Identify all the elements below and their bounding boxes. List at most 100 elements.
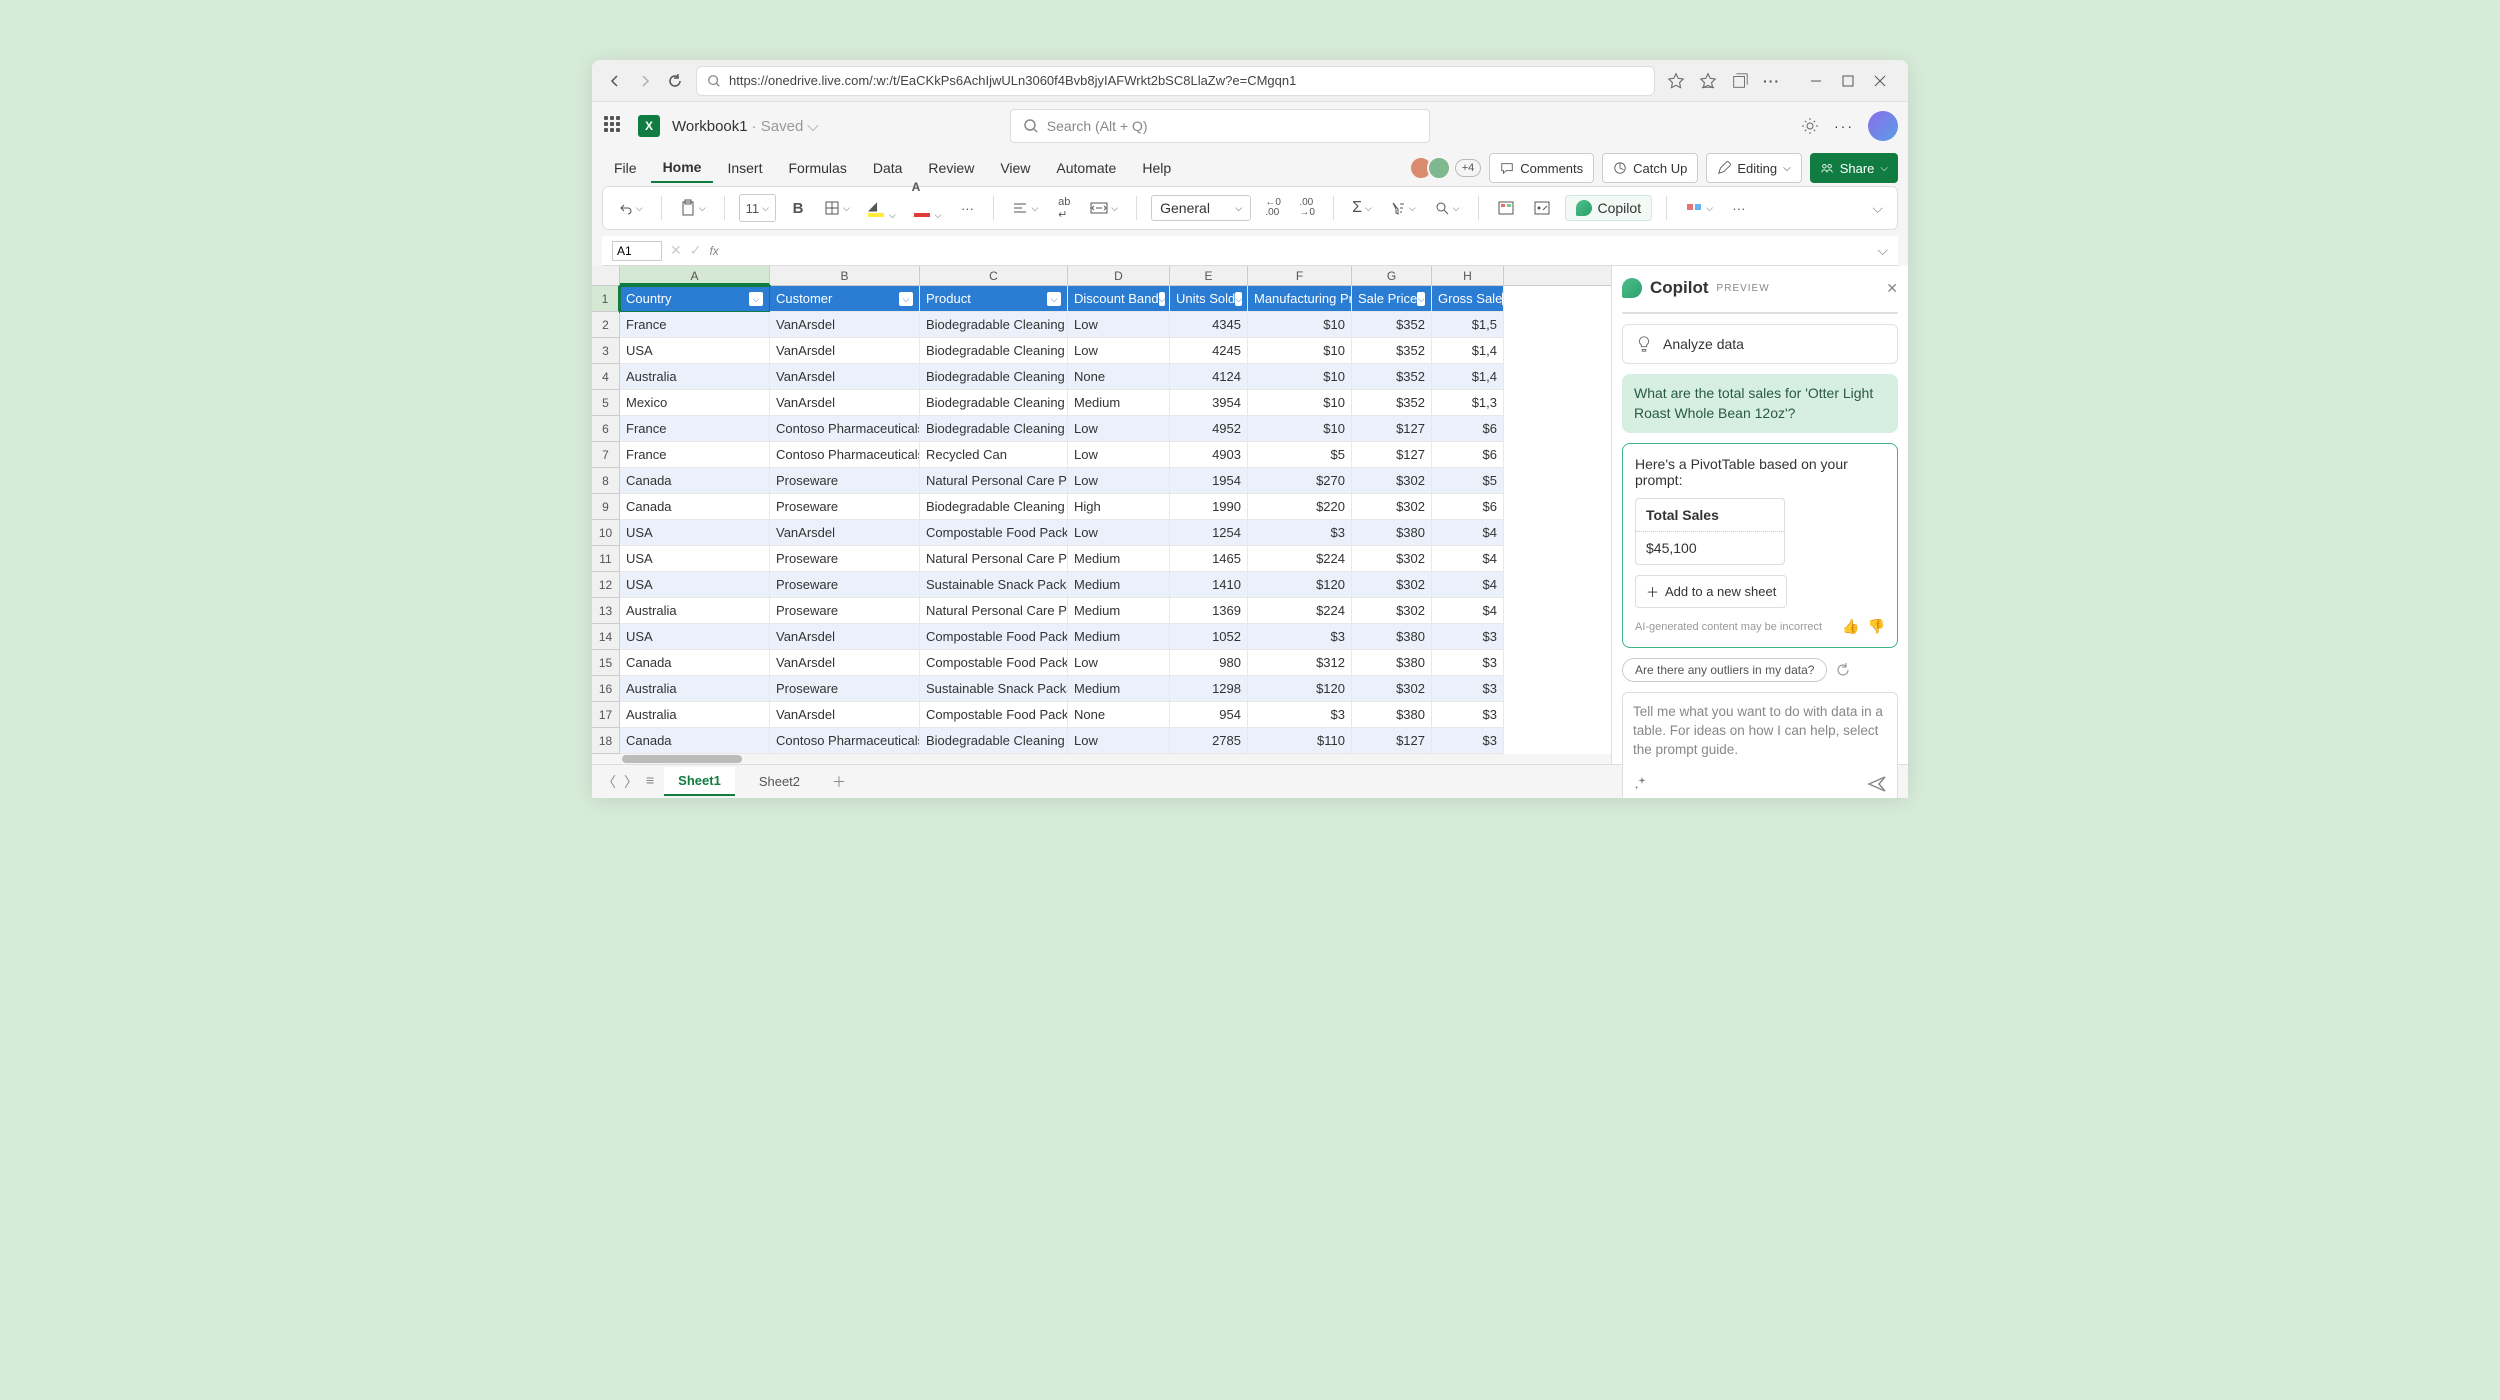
address-bar[interactable]: https://onedrive.live.com/:w:/t/EaCKkPs6… xyxy=(696,66,1655,96)
tab-home[interactable]: Home xyxy=(651,153,714,183)
table-cell[interactable]: VanArsdel xyxy=(770,364,920,390)
table-cell[interactable]: $3 xyxy=(1248,520,1352,546)
refresh-suggestions-button[interactable] xyxy=(1835,662,1851,678)
table-cell[interactable]: Australia xyxy=(620,702,770,728)
filter-dropdown-icon[interactable]: ⌵ xyxy=(749,292,763,306)
table-cell[interactable]: France xyxy=(620,416,770,442)
table-cell[interactable]: $270 xyxy=(1248,468,1352,494)
more-icon[interactable]: ··· xyxy=(1763,73,1780,89)
table-cell[interactable]: $6 xyxy=(1432,442,1504,468)
table-cell[interactable]: Canada xyxy=(620,468,770,494)
column-header[interactable]: E xyxy=(1170,266,1248,285)
table-cell[interactable]: Proseware xyxy=(770,468,920,494)
table-cell[interactable]: Biodegradable Cleaning Products xyxy=(920,390,1068,416)
font-size-selector[interactable]: 11 ⌵ xyxy=(739,194,776,222)
column-header[interactable]: G xyxy=(1352,266,1432,285)
table-cell[interactable]: $3 xyxy=(1432,624,1504,650)
column-header[interactable]: B xyxy=(770,266,920,285)
row-header[interactable]: 1 xyxy=(592,286,620,312)
close-window-button[interactable] xyxy=(1866,67,1894,95)
row-header[interactable]: 14 xyxy=(592,624,620,650)
add-sheet-button[interactable]: ＋ xyxy=(824,768,854,796)
table-cell[interactable]: $312 xyxy=(1248,650,1352,676)
table-cell[interactable]: Mexico xyxy=(620,390,770,416)
filter-dropdown-icon[interactable]: ⌵ xyxy=(1235,292,1242,306)
table-cell[interactable]: $302 xyxy=(1352,598,1432,624)
more-icon[interactable]: ··· xyxy=(1834,118,1854,134)
row-header[interactable]: 11 xyxy=(592,546,620,572)
filter-dropdown-icon[interactable]: ⌵ xyxy=(899,292,913,306)
table-cell[interactable]: Compostable Food Packaging xyxy=(920,702,1068,728)
table-cell[interactable]: 4952 xyxy=(1170,416,1248,442)
table-cell[interactable]: $120 xyxy=(1248,572,1352,598)
table-cell[interactable]: $224 xyxy=(1248,598,1352,624)
close-pane-button[interactable]: ✕ xyxy=(1886,280,1898,297)
table-cell[interactable]: Canada xyxy=(620,494,770,520)
tab-view[interactable]: View xyxy=(988,154,1042,182)
user-avatar[interactable] xyxy=(1868,111,1898,141)
row-header[interactable]: 3 xyxy=(592,338,620,364)
row-header[interactable]: 13 xyxy=(592,598,620,624)
decrease-decimal-button[interactable]: ←0.00 xyxy=(1261,194,1285,222)
formula-input[interactable] xyxy=(727,240,1870,262)
table-cell[interactable]: VanArsdel xyxy=(770,338,920,364)
table-cell[interactable]: 1465 xyxy=(1170,546,1248,572)
comments-button[interactable]: Comments xyxy=(1489,153,1594,183)
table-cell[interactable]: Australia xyxy=(620,598,770,624)
table-cell[interactable]: Low xyxy=(1068,338,1170,364)
table-cell[interactable]: 4345 xyxy=(1170,312,1248,338)
select-all-corner[interactable] xyxy=(592,266,620,285)
table-cell[interactable]: $10 xyxy=(1248,364,1352,390)
table-cell[interactable]: 1410 xyxy=(1170,572,1248,598)
table-cell[interactable]: USA xyxy=(620,520,770,546)
table-cell[interactable]: USA xyxy=(620,572,770,598)
autosum-button[interactable]: Σ⌵ xyxy=(1348,194,1376,222)
collections-icon[interactable] xyxy=(1731,72,1749,90)
table-cell[interactable]: Contoso Pharmaceuticals xyxy=(770,442,920,468)
table-cell[interactable]: $1,4 xyxy=(1432,364,1504,390)
table-cell[interactable]: Compostable Food Packaging xyxy=(920,520,1068,546)
presence-indicator[interactable]: +4 xyxy=(1415,156,1482,180)
row-header[interactable]: 15 xyxy=(592,650,620,676)
send-button[interactable] xyxy=(1867,774,1887,794)
table-cell[interactable]: USA xyxy=(620,546,770,572)
spreadsheet-grid[interactable]: A B C D E F G H 123456789101112131415161… xyxy=(592,266,1612,764)
table-cell[interactable]: Medium xyxy=(1068,572,1170,598)
row-header[interactable]: 17 xyxy=(592,702,620,728)
number-format-selector[interactable]: General⌵ xyxy=(1151,195,1251,221)
copilot-button[interactable]: Copilot xyxy=(1565,195,1653,221)
table-cell[interactable]: Canada xyxy=(620,650,770,676)
table-cell[interactable]: None xyxy=(1068,702,1170,728)
table-cell[interactable]: Low xyxy=(1068,650,1170,676)
table-cell[interactable]: Biodegradable Cleaning Products xyxy=(920,728,1068,754)
table-cell[interactable]: 980 xyxy=(1170,650,1248,676)
table-cell[interactable]: 1369 xyxy=(1170,598,1248,624)
tab-review[interactable]: Review xyxy=(916,154,986,182)
favorites-icon[interactable] xyxy=(1699,72,1717,90)
maximize-button[interactable] xyxy=(1834,67,1862,95)
more-commands[interactable]: ··· xyxy=(1727,194,1751,222)
table-cell[interactable]: Proseware xyxy=(770,572,920,598)
tab-data[interactable]: Data xyxy=(861,154,915,182)
column-header[interactable]: H xyxy=(1432,266,1504,285)
table-cell[interactable]: $352 xyxy=(1352,390,1432,416)
table-cell[interactable]: $6 xyxy=(1432,416,1504,442)
table-cell[interactable]: Medium xyxy=(1068,598,1170,624)
refresh-button[interactable] xyxy=(666,72,684,90)
table-cell[interactable]: $5 xyxy=(1248,442,1352,468)
table-cell[interactable]: $3 xyxy=(1248,624,1352,650)
increase-decimal-button[interactable]: .00→0 xyxy=(1295,194,1319,222)
row-header[interactable]: 18 xyxy=(592,728,620,754)
row-header[interactable]: 5 xyxy=(592,390,620,416)
filter-dropdown-icon[interactable]: ⌵ xyxy=(1417,292,1425,306)
filter-dropdown-icon[interactable]: ⌵ xyxy=(1047,292,1061,306)
tab-insert[interactable]: Insert xyxy=(715,154,774,182)
table-cell[interactable]: $352 xyxy=(1352,312,1432,338)
table-cell[interactable]: $4 xyxy=(1432,598,1504,624)
table-cell[interactable]: Natural Personal Care Products xyxy=(920,598,1068,624)
table-cell[interactable]: 4245 xyxy=(1170,338,1248,364)
find-button[interactable]: ⌵ xyxy=(1430,194,1464,222)
name-box[interactable] xyxy=(612,241,662,261)
table-cell[interactable]: None xyxy=(1068,364,1170,390)
table-cell[interactable]: Biodegradable Cleaning Products xyxy=(920,338,1068,364)
